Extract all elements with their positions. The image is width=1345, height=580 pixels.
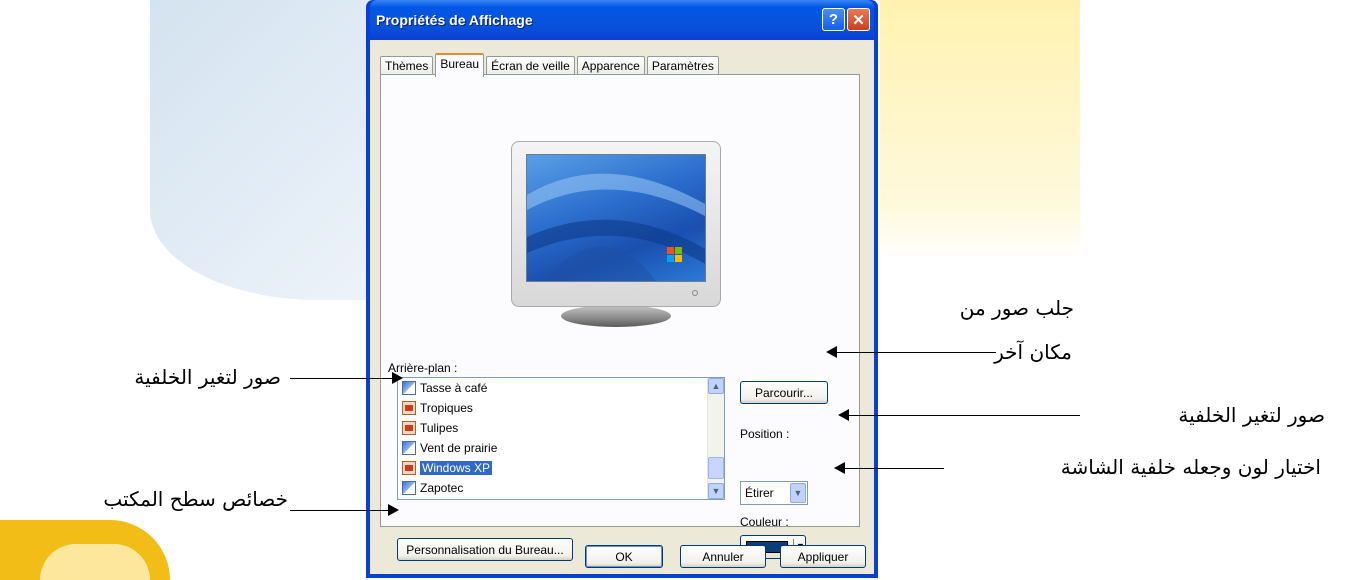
- arrow-right-icon: [388, 504, 399, 516]
- list-item[interactable]: Tulipes: [398, 418, 724, 438]
- annotation-color-line: [844, 468, 944, 469]
- apply-button[interactable]: Appliquer: [780, 545, 866, 568]
- jpeg-icon: [402, 421, 416, 435]
- background-gold-inner-shape: [40, 544, 150, 580]
- annotation-browse-line: [836, 352, 996, 353]
- list-item[interactable]: Vent de prairie: [398, 438, 724, 458]
- monitor-body: [511, 141, 721, 307]
- bitmap-icon: [402, 481, 416, 495]
- annotation-customize-line: [290, 510, 388, 511]
- bitmap-icon: [402, 441, 416, 455]
- chevron-up-icon: ▲: [711, 381, 721, 391]
- help-icon: ?: [828, 11, 839, 28]
- list-item-label: Vent de prairie: [420, 441, 498, 455]
- arrow-left-icon: [826, 346, 837, 358]
- annotation-list: صور لتغير الخلفية: [134, 365, 281, 389]
- chevron-down-icon: ▼: [711, 486, 721, 496]
- color-label: Couleur :: [740, 515, 789, 529]
- scroll-down-button[interactable]: ▼: [708, 483, 724, 499]
- window-title: Propriétés de Affichage: [376, 12, 533, 28]
- list-item[interactable]: Tasse à café: [398, 378, 724, 398]
- jpeg-icon: [402, 461, 416, 475]
- list-item-label: Tropiques: [420, 401, 473, 415]
- customize-desktop-button[interactable]: Personnalisation du Bureau...: [397, 538, 573, 561]
- dialog-client-area: Thèmes Bureau Écran de veille Apparence …: [370, 40, 874, 574]
- list-item-label: Windows XP: [420, 461, 493, 475]
- wallpaper-waves-icon: [527, 173, 705, 281]
- browse-button[interactable]: Parcourir...: [740, 381, 828, 404]
- annotation-list-line: [290, 378, 392, 379]
- arrow-left-icon: [834, 462, 845, 474]
- arrow-right-icon: [392, 372, 403, 384]
- cancel-button[interactable]: Annuler: [680, 545, 766, 568]
- jpeg-icon: [402, 401, 416, 415]
- position-value: Étirer: [745, 486, 774, 500]
- listbox-scrollbar[interactable]: ▲ ▼: [707, 378, 724, 499]
- background-listbox[interactable]: Tasse à café Tropiques Tulipes Vent de p…: [397, 377, 725, 500]
- tab-appearance[interactable]: Apparence: [576, 56, 645, 76]
- annotation-browse-line2: مكان آخر: [994, 340, 1072, 364]
- background-yellow-shape: [880, 0, 1080, 260]
- help-button[interactable]: ?: [822, 8, 845, 31]
- arrow-left-icon: [838, 409, 849, 421]
- ok-button[interactable]: OK: [585, 545, 663, 568]
- list-item-label: Zapotec: [420, 481, 464, 495]
- scroll-up-button[interactable]: ▲: [708, 378, 724, 394]
- tab-bureau[interactable]: Bureau: [435, 53, 485, 77]
- position-label: Position :: [740, 427, 790, 441]
- annotation-color: اختيار لون وجعله خلفية الشاشة: [1060, 455, 1321, 479]
- close-icon: ✕: [852, 11, 865, 29]
- annotation-position: صور لتغير الخلفية: [1178, 403, 1325, 427]
- list-item-selected[interactable]: Windows XP: [398, 458, 724, 478]
- chevron-down-icon[interactable]: ▼: [790, 483, 806, 503]
- tab-strip: Thèmes Bureau Écran de veille Apparence …: [380, 52, 721, 77]
- list-item-label: Tasse à café: [420, 381, 488, 395]
- position-select[interactable]: Étirer ▼: [740, 481, 808, 505]
- bureau-tab-panel: Arrière-plan : Tasse à café Tropiques Tu…: [380, 74, 860, 561]
- wallpaper-preview: [526, 154, 706, 282]
- annotation-customize: خصائص سطح المكتب: [103, 487, 288, 511]
- tab-themes[interactable]: Thèmes: [380, 56, 434, 76]
- monitor-stand: [561, 305, 671, 327]
- close-button[interactable]: ✕: [847, 8, 870, 31]
- tab-settings[interactable]: Paramètres: [646, 56, 719, 76]
- title-bar[interactable]: Propriétés de Affichage ? ✕: [370, 0, 874, 40]
- bitmap-icon: [402, 381, 416, 395]
- annotation-browse-line1: جلب صور من: [959, 296, 1074, 320]
- list-item[interactable]: Tropiques: [398, 398, 724, 418]
- display-properties-dialog: Propriétés de Affichage ? ✕ Thèmes Burea…: [366, 0, 878, 578]
- list-item-label: Tulipes: [420, 421, 459, 435]
- annotation-position-line: [848, 415, 1080, 416]
- desktop-preview-monitor: [511, 141, 721, 327]
- tab-screensaver[interactable]: Écran de veille: [486, 56, 575, 76]
- power-led-icon: [692, 290, 698, 296]
- list-item[interactable]: Zapotec: [398, 478, 724, 498]
- scroll-thumb[interactable]: [708, 457, 724, 479]
